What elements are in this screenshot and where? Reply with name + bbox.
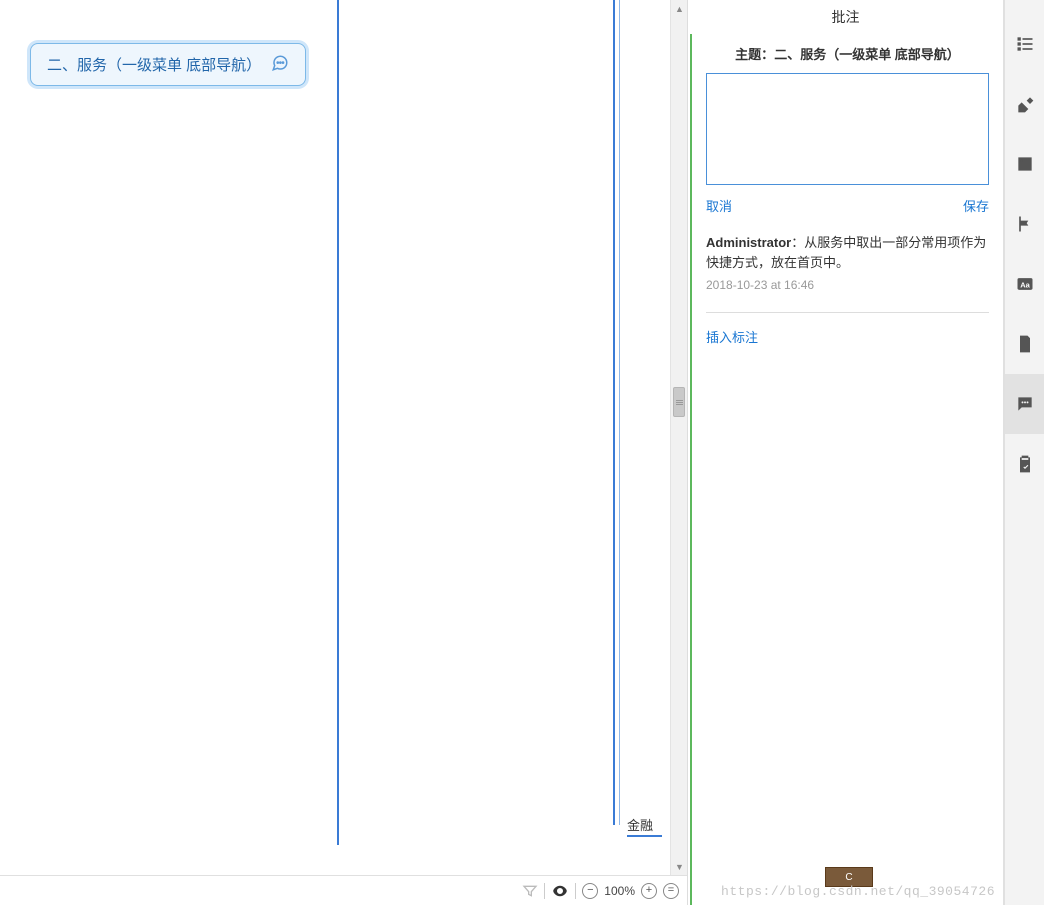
scrollbar-track[interactable] [671, 17, 687, 858]
canvas-inner[interactable]: 二、服务（一级菜单 底部导航） 金融 [0, 0, 687, 875]
comments-icon[interactable] [1005, 374, 1044, 434]
topic-line: 主题：二、服务（一级菜单 底部导航） [706, 44, 989, 63]
zoom-fit-button[interactable]: = [663, 883, 679, 899]
filter-icon[interactable] [522, 883, 538, 899]
watermark-badge: C [825, 867, 873, 887]
panel-title: 批注 [688, 0, 1003, 34]
partial-node-label: 金融 [627, 815, 653, 834]
cancel-button[interactable]: 取消 [706, 196, 732, 215]
topic-text: 二、服务（一级菜单 底部导航） [774, 47, 960, 62]
clipboard-icon[interactable] [1005, 434, 1044, 494]
connector-line [619, 0, 620, 825]
canvas-area[interactable]: 二、服务（一级菜单 底部导航） 金融 ▲ ▼ [0, 0, 688, 905]
scrollbar-thumb[interactable] [673, 387, 685, 417]
vertical-scrollbar[interactable]: ▲ ▼ [670, 0, 687, 875]
annotation-textarea[interactable] [706, 73, 989, 185]
scroll-down-arrow-icon[interactable]: ▼ [671, 858, 688, 875]
insert-annotation-button[interactable]: 插入标注 [706, 330, 758, 345]
zoom-out-button[interactable]: − [582, 883, 598, 899]
comment-sep: ： [791, 235, 804, 250]
annotation-panel: 批注 主题：二、服务（一级菜单 底部导航） 取消 保存 Administrato… [688, 0, 1004, 905]
comment-icon[interactable] [271, 54, 289, 75]
comment-timestamp: 2018-10-23 at 16:46 [706, 276, 989, 294]
eye-icon[interactable] [551, 882, 569, 900]
scroll-up-arrow-icon[interactable]: ▲ [671, 0, 688, 17]
connector-line [613, 0, 615, 825]
save-button[interactable]: 保存 [963, 196, 989, 215]
svg-text:Aa: Aa [1020, 280, 1030, 289]
node-label: 二、服务（一级菜单 底部导航） [47, 54, 261, 75]
outline-icon[interactable] [1005, 14, 1044, 74]
text-aa-icon[interactable]: Aa [1005, 254, 1044, 314]
mindmap-node[interactable]: 二、服务（一级菜单 底部导航） [30, 43, 306, 86]
partial-node-underline [627, 835, 662, 837]
topic-prefix: 主题： [735, 47, 774, 62]
flag-icon[interactable] [1005, 194, 1044, 254]
format-icon[interactable] [1005, 74, 1044, 134]
connector-line [337, 0, 339, 845]
comment-author: Administrator [706, 235, 791, 250]
status-bar: − 100% + = [0, 875, 687, 905]
panel-body: 主题：二、服务（一级菜单 底部导航） 取消 保存 Administrator：从… [690, 34, 1003, 905]
divider [706, 312, 989, 313]
zoom-in-button[interactable]: + [641, 883, 657, 899]
existing-comment: Administrator：从服务中取出一部分常用项作为快捷方式，放在首页中。 … [706, 233, 989, 294]
note-actions: 取消 保存 [706, 196, 989, 215]
image-icon[interactable] [1005, 134, 1044, 194]
separator [544, 883, 545, 899]
separator [575, 883, 576, 899]
document-icon[interactable] [1005, 314, 1044, 374]
tool-sidebar: Aa [1004, 0, 1044, 905]
zoom-level[interactable]: 100% [604, 884, 635, 898]
